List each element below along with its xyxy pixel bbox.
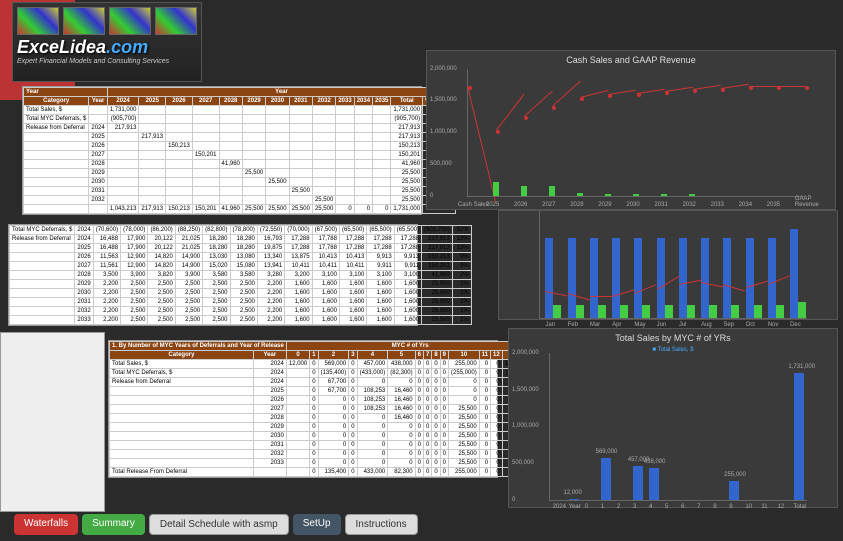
sheet-tabs: WaterfallsSummaryDetail Schedule with as… [14,514,418,535]
chart-monthly: JanFebMarAprMayJunJulAugSepOctNovDec [498,210,838,320]
chart-title: Cash Sales and GAAP Revenue [427,51,835,69]
tab-summary[interactable]: Summary [82,514,145,535]
tab-instructions[interactable]: Instructions [345,514,418,535]
chart-total-by-myc: Total Sales by MYC # of YRs ■ Total Sale… [508,328,838,508]
tab-waterfalls[interactable]: Waterfalls [14,514,78,535]
tab-detail-schedule-with-asmp[interactable]: Detail Schedule with asmp [149,514,289,535]
table-myc-years[interactable]: 1. By Number of MYC Years of Deferrals a… [108,340,498,478]
table-left-detail[interactable] [0,332,105,512]
chart-title: Total Sales by MYC # of YRs [509,329,837,347]
table-year-summary[interactable]: YearYearCategoryYear20242025202620272028… [22,86,422,215]
chart-cash-gaap: Cash Sales and GAAP Revenue Cash Sales20… [426,50,836,210]
table-monthly-deferrals[interactable]: Total MYC Deferrals, $2024(70,600)(78,00… [8,224,418,326]
tab-setup[interactable]: SetUp [293,514,341,535]
logo-banner: ExceLidea.com Expert Financial Models an… [12,2,202,82]
